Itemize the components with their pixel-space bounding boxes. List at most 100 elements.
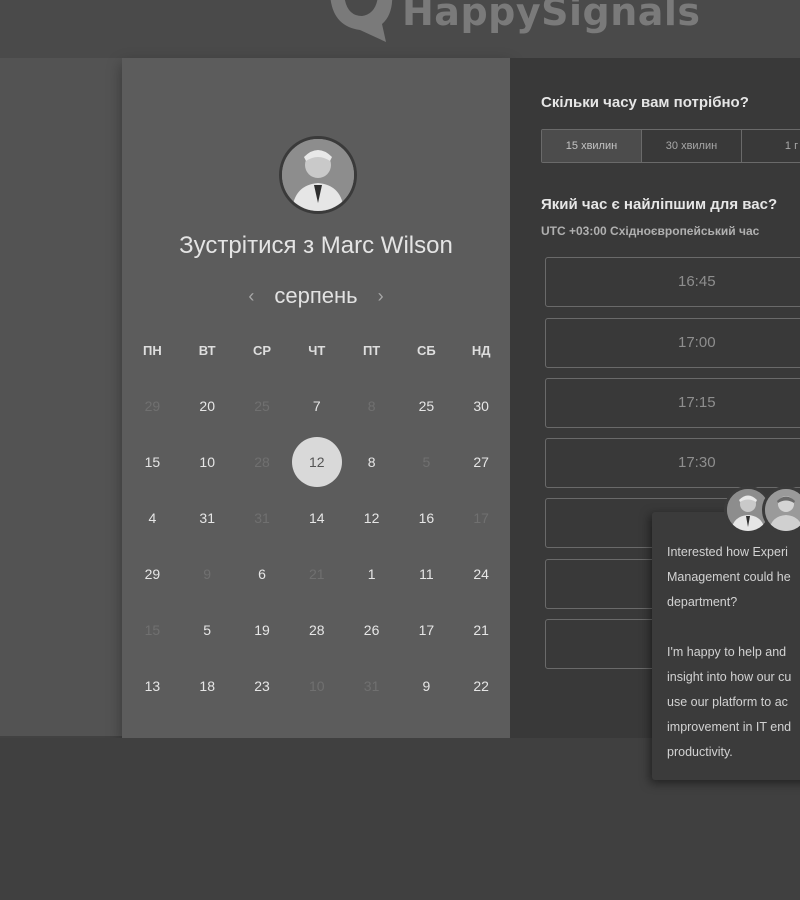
duration-option-60[interactable]: 1 г [742,130,800,162]
calendar-day[interactable]: 21 [454,602,509,658]
calendar-day[interactable]: 20 [180,378,235,434]
month-label: серпень [274,283,358,308]
weekday-label: НД [471,343,491,358]
calendar-day[interactable]: 27 [454,434,509,490]
calendar-day-number: 19 [254,622,270,638]
calendar-day[interactable]: 15 [125,434,180,490]
calendar-day-number: 7 [312,398,321,414]
chat-message: Interested how Experi Management could h… [667,545,792,759]
calendar-day-number: 16 [418,510,435,526]
timezone-selector[interactable]: UTC +03:00 Східноєвропейський час [541,224,759,238]
duration-selector: 15 хвилин 30 хвилин 1 г [541,129,800,163]
calendar-day-number: 15 [144,622,161,638]
calendar-day[interactable]: 16 [399,490,454,546]
calendar-day[interactable]: 23 [235,658,290,714]
calendar-day[interactable]: 12 [344,490,399,546]
chevron-left-icon[interactable]: ‹ [248,286,254,307]
duration-option-30[interactable]: 30 хвилин [642,130,742,162]
calendar-day[interactable]: 10 [180,434,235,490]
calendar-week-row: 29 20 25 7 8 25 30 [125,378,509,434]
calendar-day[interactable]: 29 [125,546,180,602]
brand-logo[interactable]: HappySignals [326,0,701,44]
calendar-day-number: 9 [422,678,431,694]
calendar-day: 31 [235,490,290,546]
duration-question: Скільки часу вам потрібно? [541,94,749,111]
calendar-day-number: 5 [422,454,431,470]
calendar-day-number: 31 [199,510,215,526]
calendar-day-number: 8 [367,398,376,414]
calendar-day-number: 28 [254,454,270,470]
calendar-day-number: 4 [148,510,157,526]
calendar-day-number: 21 [309,566,325,582]
calendar-day-number: 28 [309,622,325,638]
calendar-day-selected[interactable]: 12 [289,434,344,490]
calendar-day-number: 24 [473,566,489,582]
calendar-day-number: 11 [419,566,434,582]
calendar-day[interactable]: 13 [125,658,180,714]
calendar-day[interactable]: 11 [399,546,454,602]
calendar-day[interactable]: 25 [399,378,454,434]
left-backdrop [0,58,122,736]
calendar-day-number: 31 [254,510,270,526]
calendar-day[interactable]: 17 [399,602,454,658]
calendar-day: 15 [125,602,180,658]
calendar-day[interactable]: 7 [289,378,344,434]
calendar-day[interactable]: 19 [235,602,290,658]
chevron-right-icon[interactable]: › [378,286,384,307]
weekday-label: ПТ [362,343,381,358]
calendar-day[interactable]: 30 [454,378,509,434]
calendar-day-number: 23 [254,678,270,694]
calendar-day-number: 5 [203,622,212,638]
calendar-day-number: 26 [363,622,380,638]
calendar-day[interactable]: 14 [289,490,344,546]
calendar-day-number: 12 [363,510,380,526]
duration-option-15[interactable]: 15 хвилин [542,130,642,162]
brand-name: HappySignals [402,0,701,34]
calendar-day[interactable]: 31 [180,490,235,546]
calendar-day: 25 [235,378,290,434]
calendar-day-number: 9 [203,566,212,582]
calendar-day-number: 22 [473,678,489,694]
calendar-day-number: 10 [199,454,215,470]
calendar-day-number: 30 [473,398,489,414]
calendar-day-number: 27 [473,454,489,470]
calendar-day: 10 [289,658,344,714]
chat-popup[interactable]: Interested how Experi Management could h… [652,512,800,780]
calendar-week-row: 29 9 6 21 1 11 24 [125,546,509,602]
weekday-label: ПН [143,343,162,358]
calendar-day[interactable]: 5 [180,602,235,658]
calendar-day-number: 10 [309,678,325,694]
weekday-label: ЧТ [308,343,326,358]
calendar-day[interactable]: 26 [344,602,399,658]
calendar-day[interactable]: 28 [289,602,344,658]
calendar-day-number: 25 [254,398,270,414]
calendar-week-row: 4 31 31 14 12 16 17 [125,490,509,546]
calendar-day[interactable]: 1 [344,546,399,602]
calendar-day-number: 25 [418,398,435,414]
calendar-day[interactable]: 24 [454,546,509,602]
calendar-grid: 29 20 25 7 8 25 30 15 10 28 12 8 5 27 4 31 31 14 12 16 17 29 9… [125,378,509,714]
calendar-day[interactable]: 8 [344,434,399,490]
calendar-day-number: 12 [291,437,342,487]
calendar-day: 5 [399,434,454,490]
calendar-day[interactable]: 22 [454,658,509,714]
calendar-day-number: 20 [199,398,215,414]
calendar-day: 9 [180,546,235,602]
calendar-day[interactable]: 9 [399,658,454,714]
calendar-day: 28 [235,434,290,490]
month-navigation: ‹ серпень › [122,283,510,309]
calendar-day: 31 [344,658,399,714]
calendar-day-number: 13 [144,678,161,694]
time-slot[interactable]: 17:15 [545,378,800,428]
time-slot[interactable]: 17:30 [545,438,800,488]
calendar-day-number: 17 [418,622,435,638]
calendar-day-number: 21 [473,622,489,638]
time-slot[interactable]: 16:45 [545,257,800,307]
calendar-day[interactable]: 6 [235,546,290,602]
calendar-day[interactable]: 18 [180,658,235,714]
calendar-day-number: 29 [144,398,161,414]
calendar-day-number: 18 [199,678,215,694]
calendar-day[interactable]: 4 [125,490,180,546]
weekday-label: СР [252,343,272,358]
time-slot[interactable]: 17:00 [545,318,800,368]
